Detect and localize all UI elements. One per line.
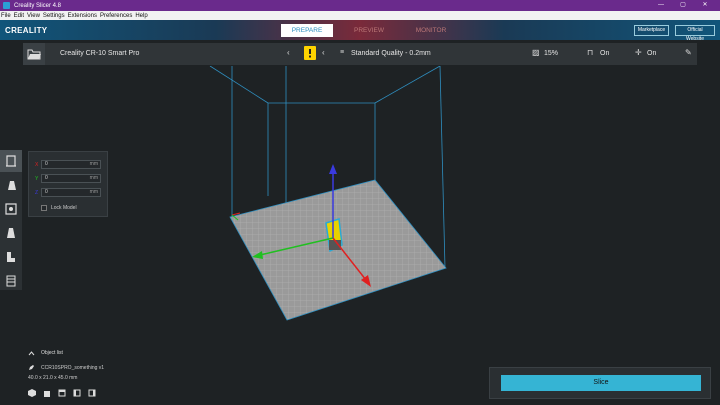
object-name-row[interactable]: CCR10SPRO_something v1 (28, 364, 148, 371)
open-file-button[interactable] (23, 43, 45, 65)
folder-icon (27, 49, 41, 59)
slice-button[interactable]: Slice (501, 375, 701, 391)
view-buttons (28, 389, 103, 397)
object-name: CCR10SPRO_something v1 (41, 364, 105, 371)
chevron-left-icon[interactable]: ‹ (287, 48, 290, 57)
cube-right-icon (88, 389, 96, 397)
z-position-value: 0 (45, 189, 48, 195)
edit-settings-icon[interactable]: ✎ (685, 48, 692, 57)
menu-preferences[interactable]: Preferences (100, 13, 132, 19)
mirror-icon (7, 228, 15, 238)
y-position-input[interactable]: 0 mm (41, 174, 101, 183)
build-volume-viewport[interactable] (0, 66, 720, 405)
cube-left-icon (73, 389, 81, 397)
menu-file[interactable]: File (1, 13, 11, 19)
adhesion-icon: ✛ (635, 48, 642, 57)
official-website-button[interactable]: Official Website (675, 25, 715, 42)
view-right-button[interactable] (88, 389, 96, 397)
tab-monitor[interactable]: MONITOR (405, 24, 457, 37)
x-position-input[interactable]: 0 mm (41, 160, 101, 169)
app-icon (3, 2, 10, 9)
maximize-button[interactable]: ▢ (672, 0, 694, 11)
header-bar: CREALITY PREPARE PREVIEW MONITOR Marketp… (0, 20, 720, 42)
quality-profile[interactable]: Standard Quality - 0.2mm (351, 50, 431, 57)
object-list-header: Object list (41, 350, 63, 356)
x-position-value: 0 (45, 161, 48, 167)
window-title: Creality Slicer 4.8 (14, 2, 62, 9)
y-unit: mm (89, 175, 98, 181)
chevron-left-icon-2[interactable]: ‹ (322, 48, 325, 57)
view-3d-button[interactable] (28, 389, 36, 397)
rotate-tool[interactable] (0, 198, 22, 220)
cube-front-icon (44, 391, 50, 397)
menu-settings[interactable]: Settings (43, 13, 65, 19)
slice-panel: Slice (489, 367, 711, 399)
marketplace-button[interactable]: Marketplace (634, 25, 669, 36)
mirror-tool[interactable] (0, 222, 22, 244)
x-unit: mm (89, 161, 98, 167)
adhesion-value[interactable]: On (647, 50, 656, 57)
cube-top-icon (58, 389, 66, 397)
close-button[interactable]: ✕ (694, 0, 716, 11)
warning-icon[interactable] (304, 46, 316, 60)
title-bar: Creality Slicer 4.8 — ▢ ✕ (0, 0, 720, 11)
scale-tool[interactable] (0, 174, 22, 196)
chevron-up-icon (28, 350, 35, 355)
view-front-button[interactable] (43, 389, 51, 397)
z-position-input[interactable]: 0 mm (41, 188, 101, 197)
support-value[interactable]: On (600, 50, 609, 57)
lock-model-checkbox[interactable] (41, 205, 47, 211)
menu-extensions[interactable]: Extensions (68, 13, 97, 19)
object-dimensions: 40.0 x 21.0 x 45.0 mm (28, 375, 78, 381)
support-icon: ⊓ (587, 48, 594, 57)
infill-icon: ▨ (532, 48, 540, 57)
cube-3d-icon (28, 389, 36, 397)
tab-preview[interactable]: PREVIEW (343, 24, 395, 37)
menu-view[interactable]: View (27, 13, 40, 19)
y-position-value: 0 (45, 175, 48, 181)
move-tool[interactable] (0, 150, 22, 172)
support-blocker-tool[interactable] (0, 270, 22, 292)
view-top-button[interactable] (58, 389, 66, 397)
move-icon (6, 155, 16, 167)
object-list-toggle[interactable]: Object list (28, 350, 108, 356)
per-model-settings-tool[interactable] (0, 246, 22, 268)
lock-model-label: Lock Model (51, 205, 77, 211)
pencil-icon (29, 365, 34, 370)
printer-selector[interactable]: Creality CR-10 Smart Pro (60, 50, 139, 57)
rotate-icon (5, 203, 17, 215)
support-blocker-icon (6, 275, 16, 287)
menu-bar: File Edit View Settings Extensions Prefe… (0, 11, 720, 20)
minimize-button[interactable]: — (650, 0, 672, 11)
axis-z-arrowhead (329, 164, 337, 174)
left-toolbar (0, 150, 22, 290)
infill-value[interactable]: 15% (544, 50, 558, 57)
creality-logo: CREALITY (5, 26, 48, 35)
view-left-button[interactable] (73, 389, 81, 397)
move-panel: X 0 mm Y 0 mm Z 0 mm Lock Model (28, 151, 108, 217)
menu-help[interactable]: Help (135, 13, 147, 19)
tab-prepare[interactable]: PREPARE (281, 24, 333, 37)
menu-edit[interactable]: Edit (14, 13, 24, 19)
scale-icon (8, 181, 16, 190)
quality-icon: ≡ (340, 49, 345, 56)
z-unit: mm (89, 189, 98, 195)
per-model-settings-icon (7, 252, 15, 262)
